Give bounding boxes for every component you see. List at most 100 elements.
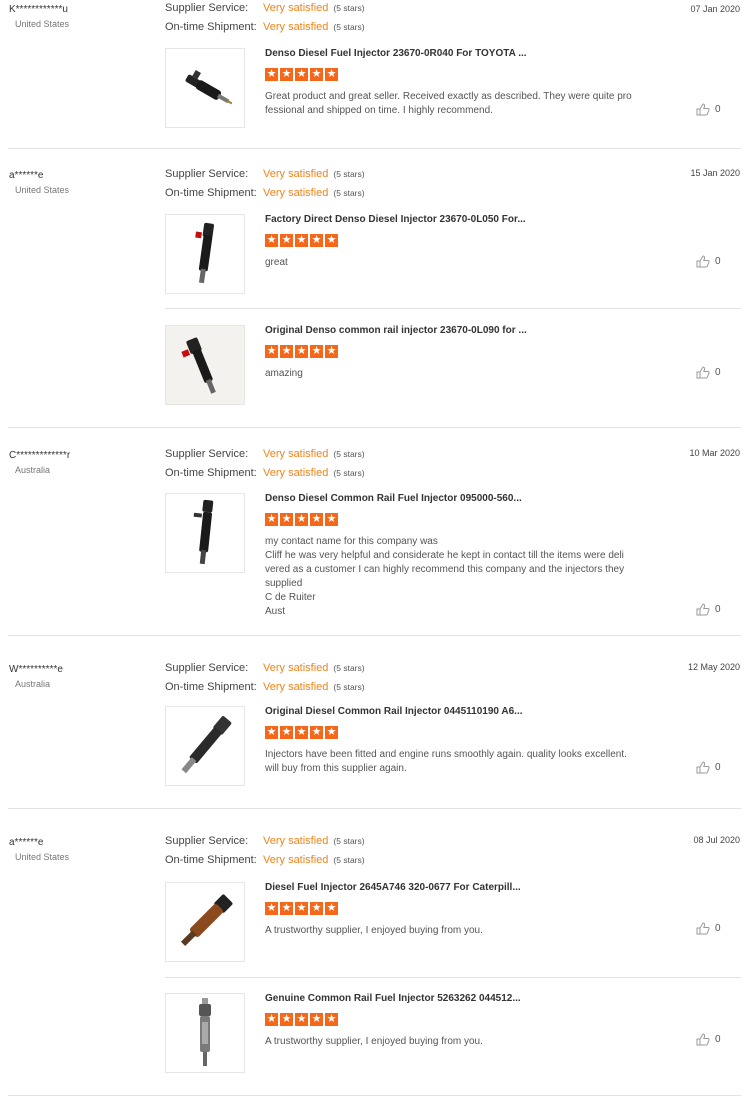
product-thumbnail[interactable] [165,48,245,128]
reviewer-country: United States [15,852,70,862]
star-icon [310,900,323,917]
rating-value: Very satisfied [263,681,329,693]
like-button[interactable]: 0 [696,103,721,116]
injector-image [195,222,215,284]
star-icon [265,66,278,83]
product-thumbnail[interactable] [165,993,245,1073]
rating-value: Very satisfied [263,187,329,199]
like-button[interactable]: 0 [696,1033,721,1046]
star-icon [280,900,293,917]
supplier-service-label: Supplier Service: [165,168,249,180]
review-comment: my contact name for this company was Cli… [265,536,625,617]
injector-image [181,716,232,774]
product-thumbnail[interactable] [165,706,245,786]
like-button[interactable]: 0 [696,366,721,379]
rating-count: (5 stars) [333,449,365,459]
like-button[interactable]: 0 [696,255,721,268]
review-date: 15 Jan 2020 [690,168,740,178]
thumbs-up-icon [696,922,710,935]
reviewer-country: United States [15,19,70,29]
star-icon [295,1011,308,1028]
review-divider [8,148,741,149]
product-thumbnail[interactable] [165,325,245,405]
star-icon [265,343,278,360]
rating-value: Very satisfied [263,467,329,479]
star-icon [310,724,323,741]
product-title[interactable]: Factory Direct Denso Diesel Injector 236… [265,214,526,225]
like-button[interactable]: 0 [696,922,721,935]
star-rating [265,232,340,249]
reviewer-country: Australia [15,679,51,689]
supplier-service-label: Supplier Service: [165,2,249,14]
supplier-service-rating: Supplier Service: Very satisfied (5 stars) [165,448,365,460]
review-comment: great [265,257,288,268]
star-icon [310,343,323,360]
star-icon [325,900,338,917]
star-icon [310,232,323,249]
on-time-shipment-rating: On-time Shipment: Very satisfied (5 stars) [165,21,365,33]
thumbs-up-icon [696,366,710,379]
review-date: 07 Jan 2020 [690,4,740,14]
product-title[interactable]: Diesel Fuel Injector 2645A746 320-0677 F… [265,882,521,893]
product-thumbnail[interactable] [165,882,245,962]
reviewer-country: Australia [15,465,51,475]
product-title[interactable]: Original Diesel Common Rail Injector 044… [265,706,523,717]
injector-image [180,894,233,947]
rating-value: Very satisfied [263,835,329,847]
star-icon [325,66,338,83]
review-divider [8,635,741,636]
star-icon [310,66,323,83]
product-title[interactable]: Denso Diesel Fuel Injector 23670-0R040 F… [265,48,527,59]
injector-image [199,998,211,1066]
rating-value: Very satisfied [263,21,329,33]
star-icon [280,232,293,249]
thumbs-up-icon [696,255,710,268]
rating-count: (5 stars) [333,3,365,13]
product-title[interactable]: Denso Diesel Common Rail Fuel Injector 0… [265,493,522,504]
on-time-shipment-label: On-time Shipment: [165,467,257,479]
star-icon [265,511,278,528]
supplier-service-label: Supplier Service: [165,448,249,460]
supplier-service-rating: Supplier Service: Very satisfied (5 stars) [165,662,365,674]
star-icon [310,1011,323,1028]
rating-count: (5 stars) [333,855,365,865]
like-count: 0 [715,604,721,616]
like-count: 0 [715,367,721,379]
product-thumbnail[interactable] [165,493,245,573]
star-rating [265,900,340,917]
star-rating [265,724,340,741]
supplier-service-rating: Supplier Service: Very satisfied (5 stars) [165,835,365,847]
like-button[interactable]: 0 [696,761,721,774]
star-icon [280,343,293,360]
star-icon [325,724,338,741]
rating-count: (5 stars) [333,836,365,846]
review-divider [8,427,741,428]
injector-image [193,499,214,565]
star-icon [295,724,308,741]
like-count: 0 [715,762,721,774]
rating-value: Very satisfied [263,448,329,460]
thumbs-up-icon [696,103,710,116]
product-title[interactable]: Genuine Common Rail Fuel Injector 526326… [265,993,521,1004]
star-icon [295,232,308,249]
star-icon [280,66,293,83]
star-rating [265,66,340,83]
supplier-service-rating: Supplier Service: Very satisfied (5 stars) [165,2,365,14]
rating-value: Very satisfied [263,662,329,674]
rating-value: Very satisfied [263,168,329,180]
review-comment: Injectors have been fitted and engine ru… [265,749,627,774]
on-time-shipment-rating: On-time Shipment: Very satisfied (5 stars) [165,467,365,479]
rating-count: (5 stars) [333,682,365,692]
thumbs-up-icon [696,761,710,774]
star-rating [265,511,340,528]
review-comment: A trustworthy supplier, I enjoyed buying… [265,1036,483,1047]
on-time-shipment-label: On-time Shipment: [165,854,257,866]
supplier-service-rating: Supplier Service: Very satisfied (5 stars) [165,168,365,180]
supplier-service-label: Supplier Service: [165,662,249,674]
on-time-shipment-label: On-time Shipment: [165,187,257,199]
like-button[interactable]: 0 [696,603,721,616]
product-title[interactable]: Original Denso common rail injector 2367… [265,325,527,336]
on-time-shipment-rating: On-time Shipment: Very satisfied (5 stars) [165,854,365,866]
like-count: 0 [715,104,721,116]
product-thumbnail[interactable] [165,214,245,294]
